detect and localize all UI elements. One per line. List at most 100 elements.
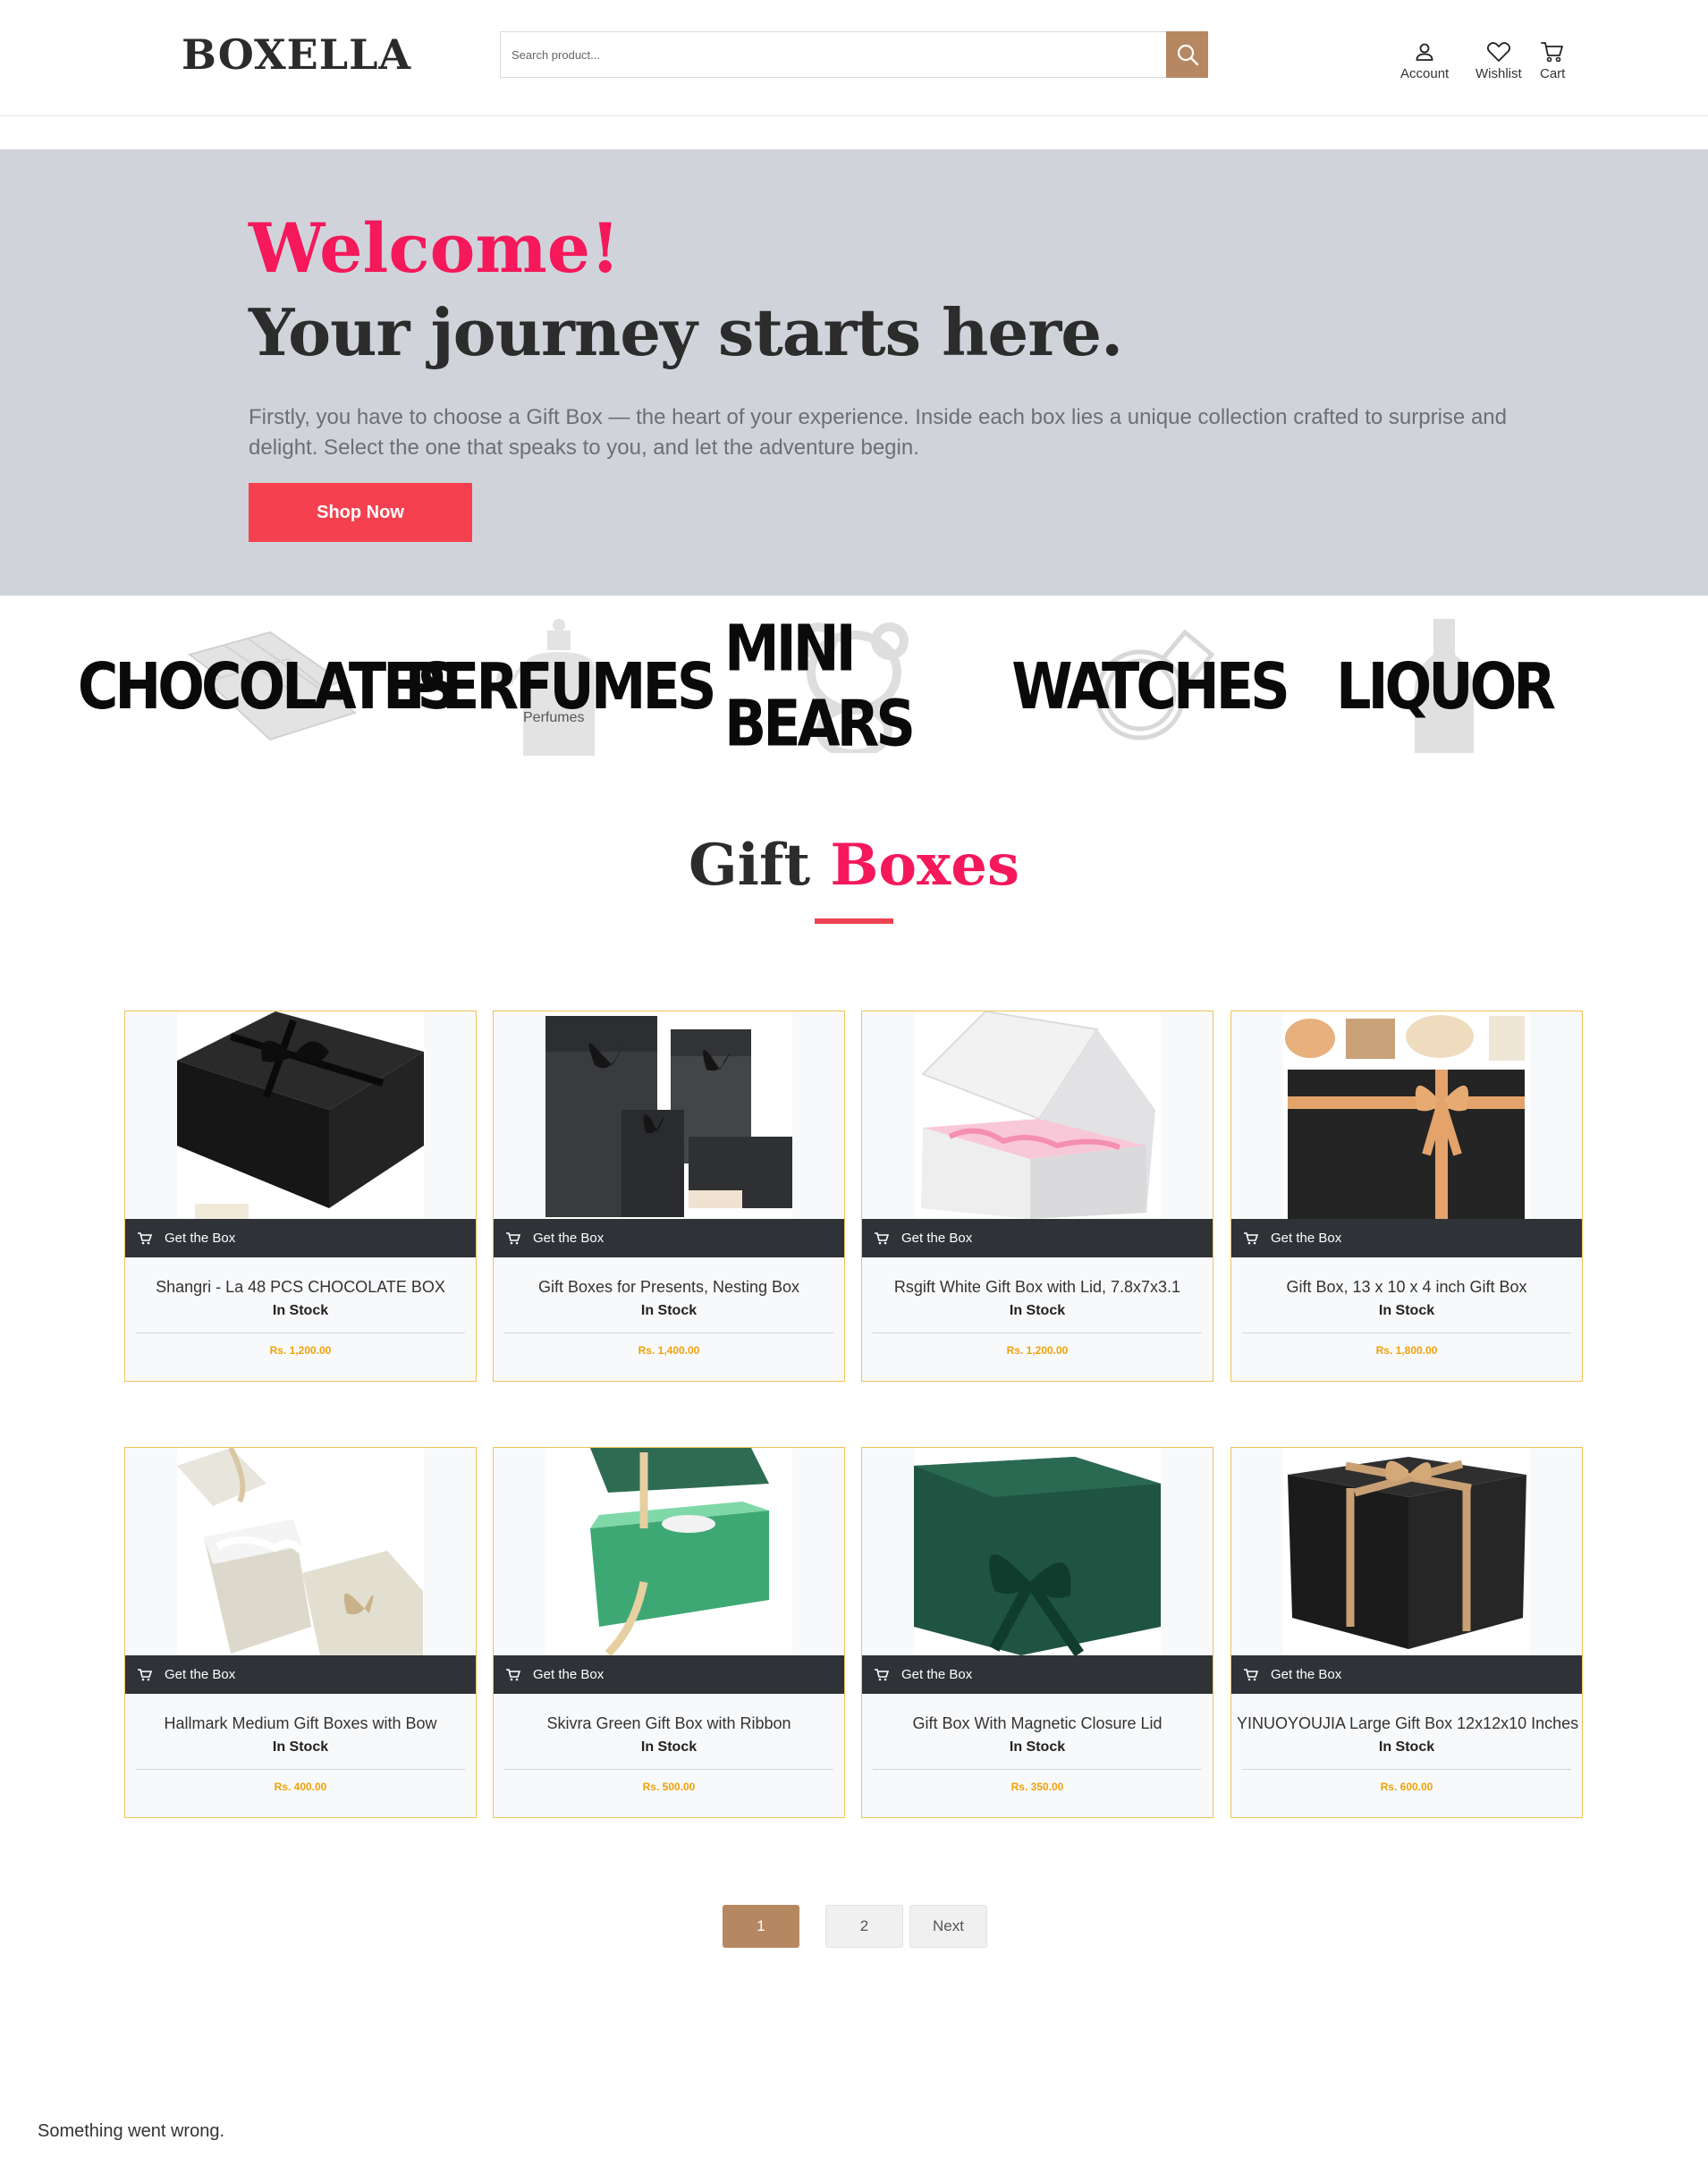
page-2-button[interactable]: 2 [825, 1905, 903, 1948]
get-the-box-button[interactable]: Get the Box [494, 1655, 844, 1694]
shop-now-button[interactable]: Shop Now [249, 483, 472, 542]
cart-icon [138, 1231, 152, 1244]
cart-icon [1244, 1668, 1258, 1680]
product-name[interactable]: Gift Box With Magnetic Closure Lid [867, 1714, 1207, 1733]
product-name[interactable]: Gift Box, 13 x 10 x 4 inch Gift Box [1237, 1278, 1577, 1297]
get-the-box-button[interactable]: Get the Box [862, 1219, 1213, 1257]
get-the-box-label: Get the Box [1271, 1231, 1342, 1246]
section-title: Gift Boxes [0, 832, 1708, 899]
hero-banner: Welcome! Your journey starts here. First… [0, 149, 1708, 596]
product-name[interactable]: Rsgift White Gift Box with Lid, 7.8x7x3.… [867, 1278, 1207, 1297]
category-sublabel: Perfumes [523, 710, 585, 725]
stock-status: In Stock [272, 1739, 329, 1755]
wishlist-link[interactable]: Wishlist [1475, 41, 1522, 81]
product-image[interactable] [177, 1011, 424, 1219]
category-label: CHOCOLATES [77, 648, 457, 723]
section-underline [815, 918, 893, 924]
get-the-box-label: Get the Box [533, 1667, 605, 1682]
account-label: Account [1400, 66, 1450, 81]
product-price: Rs. 1,200.00 [1006, 1344, 1069, 1357]
card-divider [504, 1769, 833, 1770]
get-the-box-button[interactable]: Get the Box [125, 1655, 476, 1694]
product-image[interactable] [1283, 1448, 1530, 1655]
product-price: Rs. 400.00 [274, 1781, 327, 1793]
product-image[interactable] [177, 1448, 424, 1655]
hero-welcome: Welcome! [249, 208, 621, 288]
product-card[interactable]: Get the Box Gift Box With Magnetic Closu… [861, 1447, 1213, 1818]
hero-description: Firstly, you have to choose a Gift Box —… [249, 405, 1507, 460]
product-card[interactable]: Get the Box Gift Box, 13 x 10 x 4 inch G… [1230, 1011, 1583, 1382]
category-label: WATCHES [1011, 648, 1289, 723]
product-image[interactable] [545, 1448, 792, 1655]
section-title-part2: Boxes [830, 832, 1020, 899]
stock-status: In Stock [1378, 1739, 1435, 1755]
product-card[interactable]: Get the Box Rsgift White Gift Box with L… [861, 1011, 1213, 1382]
get-the-box-button[interactable]: Get the Box [494, 1219, 844, 1257]
cart-icon [875, 1231, 889, 1244]
product-image[interactable] [914, 1448, 1161, 1655]
cart-icon [138, 1668, 152, 1680]
brand-logo[interactable]: BOXELLA [182, 30, 411, 79]
product-name[interactable]: Hallmark Medium Gift Boxes with Bow [131, 1714, 470, 1733]
section-title-part1: Gift [688, 832, 811, 899]
product-price: Rs. 350.00 [1010, 1781, 1064, 1793]
product-image[interactable] [1283, 1011, 1530, 1219]
category-label: LIQUOR [1335, 648, 1556, 723]
cart-label: Cart [1540, 66, 1566, 81]
card-divider [1242, 1769, 1571, 1770]
stock-status: In Stock [640, 1303, 698, 1318]
category-mini-bears[interactable]: MINI BEARS [724, 611, 984, 761]
stock-status: In Stock [1378, 1303, 1435, 1318]
stock-status: In Stock [272, 1303, 329, 1318]
product-name[interactable]: YINUOYOUJIA Large Gift Box 12x12x10 Inch… [1237, 1714, 1578, 1733]
get-the-box-button[interactable]: Get the Box [862, 1655, 1213, 1694]
cart-icon [875, 1668, 889, 1680]
get-the-box-label: Get the Box [901, 1231, 973, 1246]
page-1-button[interactable]: 1 [723, 1905, 799, 1948]
cart-icon [506, 1231, 520, 1244]
cart-icon [1244, 1231, 1258, 1244]
search-input[interactable] [501, 32, 1207, 77]
product-image[interactable] [914, 1011, 1161, 1219]
cart-link[interactable]: Cart [1540, 41, 1565, 81]
product-card[interactable]: Get the Box Shangri - La 48 PCS CHOCOLAT… [124, 1011, 477, 1382]
product-price: Rs. 1,800.00 [1375, 1344, 1438, 1357]
product-name[interactable]: Skivra Green Gift Box with Ribbon [499, 1714, 839, 1733]
get-the-box-label: Get the Box [901, 1667, 973, 1682]
get-the-box-button[interactable]: Get the Box [1231, 1219, 1582, 1257]
category-label: MINI BEARS [724, 611, 916, 761]
product-price: Rs. 500.00 [642, 1781, 696, 1793]
user-icon [1416, 43, 1433, 61]
hero-title: Your journey starts here. [249, 294, 1123, 370]
error-message: Something went wrong. [38, 2121, 225, 2141]
product-name[interactable]: Shangri - La 48 PCS CHOCOLATE BOX [131, 1278, 470, 1297]
product-price: Rs. 1,200.00 [269, 1344, 332, 1357]
category-liquor[interactable]: LIQUOR [1315, 615, 1574, 757]
product-image[interactable] [545, 1011, 792, 1219]
stock-status: In Stock [1009, 1303, 1066, 1318]
get-the-box-label: Get the Box [165, 1231, 236, 1246]
cart-icon [506, 1668, 520, 1680]
get-the-box-button[interactable]: Get the Box [125, 1219, 476, 1257]
cart-icon [1541, 42, 1564, 63]
card-divider [136, 1769, 465, 1770]
heart-icon [1486, 42, 1510, 62]
product-card[interactable]: Get the Box YINUOYOUJIA Large Gift Box 1… [1230, 1447, 1583, 1818]
get-the-box-label: Get the Box [165, 1667, 236, 1682]
product-card[interactable]: Get the Box Gift Boxes for Presents, Nes… [493, 1011, 845, 1382]
get-the-box-label: Get the Box [1271, 1667, 1342, 1682]
next-page-button[interactable]: Next [909, 1905, 987, 1948]
product-price: Rs. 1,400.00 [638, 1344, 700, 1357]
account-link[interactable]: Account [1400, 41, 1449, 81]
product-name[interactable]: Gift Boxes for Presents, Nesting Box [499, 1278, 839, 1297]
category-chocolates[interactable]: CHOCOLATES [78, 615, 457, 757]
wishlist-label: Wishlist [1475, 66, 1522, 81]
product-card[interactable]: Get the Box Skivra Green Gift Box with R… [493, 1447, 845, 1818]
get-the-box-button[interactable]: Get the Box [1231, 1655, 1582, 1694]
product-card[interactable]: Get the Box Hallmark Medium Gift Boxes w… [124, 1447, 477, 1818]
search-box [500, 31, 1208, 78]
search-button[interactable] [1166, 31, 1208, 78]
category-watches[interactable]: WATCHES [1011, 615, 1290, 757]
category-perfumes[interactable]: PERFUMES Perfumes [405, 615, 716, 757]
search-icon [1177, 44, 1198, 66]
